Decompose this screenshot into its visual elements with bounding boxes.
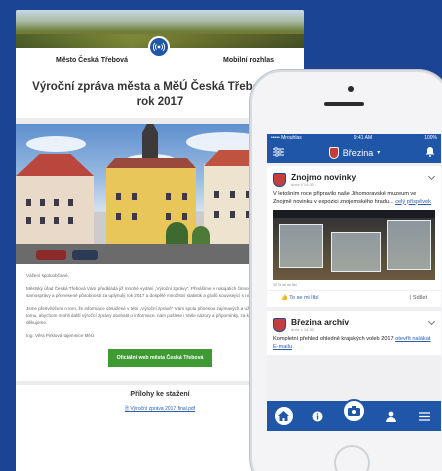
app-header: Březina ▾ bbox=[267, 142, 441, 163]
brand-row: Město Česká Třebová Mobilní rozhlas bbox=[16, 36, 304, 72]
city-label: Březina bbox=[342, 147, 374, 158]
carrier-label: ••••• Mrouhlas bbox=[271, 135, 302, 141]
thumbs-up-icon: 👍 bbox=[281, 295, 288, 301]
card-time: dnes v 14:30 bbox=[291, 327, 314, 332]
coat-of-arms-icon bbox=[273, 172, 286, 187]
chevron-down-icon[interactable] bbox=[427, 317, 436, 326]
news-card[interactable]: Březina archív dnes v 14:30 Kompletní př… bbox=[267, 311, 441, 355]
card-title: Březina archív bbox=[291, 317, 350, 327]
info-icon[interactable] bbox=[308, 407, 326, 425]
card-title: Znojmo novinky bbox=[291, 172, 357, 182]
status-bar: ••••• Mrouhlas 9:41 AM 100% bbox=[267, 134, 441, 142]
broadcast-icon bbox=[148, 36, 170, 58]
phone-home-button[interactable] bbox=[334, 445, 370, 471]
share-button[interactable]: ⟨ Sdílet bbox=[409, 295, 427, 301]
card-time: dnes v 14:30 bbox=[291, 182, 314, 187]
chevron-down-icon: ▾ bbox=[377, 150, 381, 156]
card-text: V letošním roce připravilo naše Jihomora… bbox=[273, 191, 431, 205]
user-icon[interactable] bbox=[382, 407, 400, 425]
home-icon[interactable] bbox=[274, 407, 293, 425]
app-screen: ••••• Mrouhlas 9:41 AM 100% Březina ▾ Zn… bbox=[267, 134, 441, 431]
news-feed: Znojmo novinky dnes v 14:30 V letošním r… bbox=[267, 163, 441, 401]
filter-icon[interactable] bbox=[273, 144, 284, 162]
chevron-down-icon[interactable] bbox=[427, 172, 436, 181]
share-icon: ⟨ bbox=[409, 295, 412, 301]
likes-caption: 30 % se mi líbí bbox=[273, 283, 297, 287]
city-selector[interactable]: Březina ▾ bbox=[328, 146, 381, 159]
attachment-label: Výroční zpráva 2017 final.pdf bbox=[130, 406, 196, 412]
brand-app-label: Mobilní rozhlas bbox=[223, 56, 274, 64]
coat-of-arms-icon bbox=[273, 317, 286, 332]
bell-icon[interactable] bbox=[425, 144, 435, 162]
brand-city-label: Město Česká Třebová bbox=[56, 56, 128, 64]
menu-icon[interactable] bbox=[415, 407, 433, 425]
phone-mockup: ••••• Mrouhlas 9:41 AM 100% Březina ▾ Zn… bbox=[250, 70, 442, 471]
official-website-button[interactable]: Oficiální web města Česká Třebová bbox=[108, 349, 212, 367]
clock-label: 9:41 AM bbox=[353, 135, 373, 141]
bottom-tab-bar bbox=[267, 399, 441, 431]
read-more-link[interactable]: celý příspěvek bbox=[395, 199, 431, 205]
like-button[interactable]: 👍 To se mi líbí bbox=[281, 295, 319, 301]
card-actions: 👍 To se mi líbí ⟨ Sdílet bbox=[267, 290, 441, 307]
museum-photo bbox=[273, 210, 435, 280]
camera-dot bbox=[348, 86, 354, 92]
card-text: Kompletní přehled ohledně krajských vole… bbox=[273, 336, 431, 350]
pdf-icon: 🗎 bbox=[124, 406, 129, 412]
speaker-grille bbox=[324, 102, 364, 106]
battery-label: 100% bbox=[424, 135, 437, 141]
news-card[interactable]: Znojmo novinky dnes v 14:30 V letošním r… bbox=[267, 166, 441, 307]
coat-of-arms-icon bbox=[328, 146, 339, 159]
camera-icon[interactable] bbox=[342, 399, 366, 423]
